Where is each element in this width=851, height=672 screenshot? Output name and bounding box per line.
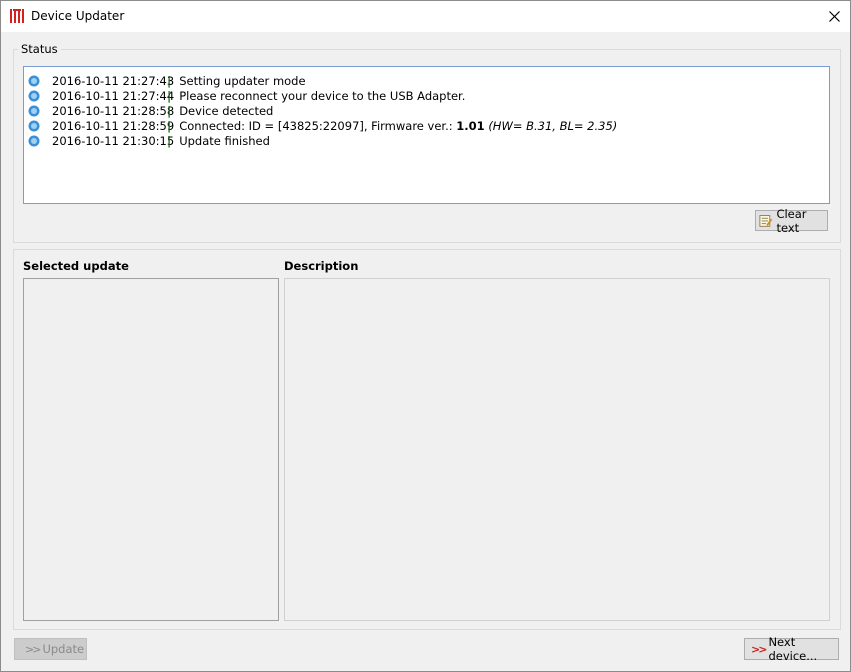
log-separator: |	[167, 103, 172, 118]
next-device-button[interactable]: >> Next device...	[744, 635, 839, 663]
notepad-icon	[759, 215, 773, 227]
log-separator: |	[167, 133, 172, 148]
log-line: 2016-10-11 21:27:44 | Please reconnect y…	[28, 88, 465, 103]
clear-text-label: Clear text	[776, 206, 807, 235]
info-icon	[28, 120, 40, 131]
jeti-logo-icon	[10, 9, 24, 23]
update-button[interactable]: >> Update	[14, 638, 87, 660]
log-time: 2016-10-11 21:27:44	[52, 88, 175, 103]
selected-update-label: Selected update	[23, 259, 129, 273]
hardware-info: (HW= B.31, BL= 2.35)	[488, 118, 618, 133]
info-icon	[28, 135, 40, 146]
log-time: 2016-10-11 21:28:59	[52, 118, 175, 133]
status-label: Status	[18, 42, 61, 56]
log-message-prefix: Connected: ID = [43825:22097], Firmware …	[179, 118, 457, 133]
update-label: Update	[42, 642, 85, 656]
log-separator: |	[167, 118, 172, 133]
log-line: 2016-10-11 21:30:15 | Update finished	[28, 133, 270, 148]
device-updater-window: Device Updater Status 2016-10-11 21:27:4…	[0, 0, 851, 672]
log-separator: |	[167, 73, 172, 88]
log-time: 2016-10-11 21:27:43	[52, 73, 175, 88]
firmware-version: 1.01	[456, 118, 485, 133]
log-message: Device detected	[179, 103, 274, 118]
log-message: Please reconnect your device to the USB …	[179, 88, 466, 103]
selected-update-list[interactable]	[23, 278, 279, 621]
log-message: Update finished	[179, 133, 270, 148]
log-message: Connected: ID = [43825:22097], Firmware …	[179, 119, 617, 133]
log-line: 2016-10-11 21:28:58 | Device detected	[28, 103, 273, 118]
info-icon	[28, 75, 40, 86]
log-line: 2016-10-11 21:27:43 | Setting updater mo…	[28, 73, 306, 88]
window-title: Device Updater	[31, 9, 125, 23]
log-time: 2016-10-11 21:30:15	[52, 133, 175, 148]
title-bar: Device Updater	[1, 1, 850, 32]
description-label: Description	[284, 259, 359, 273]
log-time: 2016-10-11 21:28:58	[52, 103, 175, 118]
log-message: Setting updater mode	[179, 73, 306, 88]
clear-text-button[interactable]: Clear text	[755, 207, 828, 235]
log-separator: |	[167, 88, 172, 103]
log-line: 2016-10-11 21:28:59 | Connected: ID = [4…	[28, 118, 617, 133]
description-panel	[284, 278, 830, 621]
double-chevron-right-icon: >>	[25, 642, 42, 656]
next-device-label: Next device...	[768, 635, 818, 663]
close-button[interactable]	[818, 1, 850, 32]
info-icon	[28, 90, 40, 101]
double-chevron-right-icon: >>	[751, 642, 768, 656]
close-icon	[828, 11, 840, 22]
status-log[interactable]: 2016-10-11 21:27:43 | Setting updater mo…	[23, 66, 830, 204]
info-icon	[28, 105, 40, 116]
